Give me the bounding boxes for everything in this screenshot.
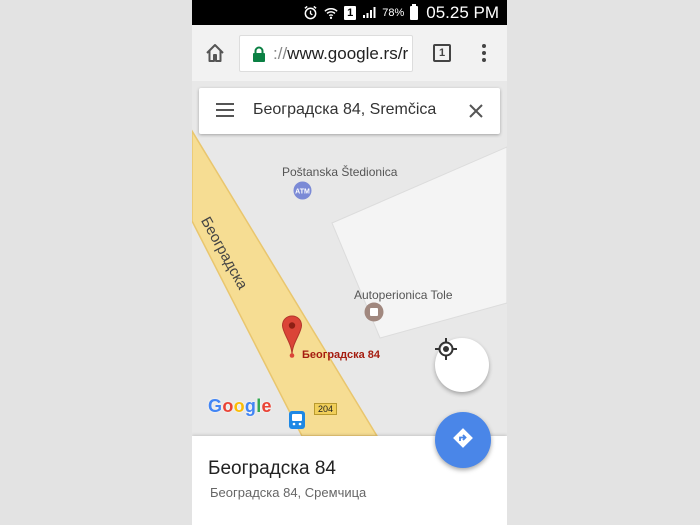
map-view[interactable]: Београдска 84, Sremčica Београдска Pošta… [192,81,507,436]
url-text: ://www.google.rs/r [273,44,408,64]
clock: 05.25 PM [426,2,499,22]
svg-text:ATM: ATM [295,189,310,196]
sim-icon: 1 [344,5,357,20]
pin-label: Београдска 84 [302,349,381,361]
poi-label-autoperionica: Autoperionica Tole [354,288,453,302]
google-logo-text: Google [208,396,272,416]
bus-stop-icon[interactable] [289,411,305,429]
status-bar: 1 78% 05.25 PM [192,0,507,25]
search-box[interactable]: Београдска 84, Sremčica [199,88,500,134]
signal-icon [362,6,376,19]
directions-icon [451,426,475,455]
battery-icon [410,3,419,20]
lock-icon [252,46,266,62]
browser-toolbar: ://www.google.rs/r 1 [192,25,507,81]
hamburger-icon[interactable] [216,103,234,117]
url-host: www.google.rs/r [287,43,409,63]
my-location-button[interactable] [435,338,489,392]
place-address: Београдска 84, Сремчица [210,485,367,500]
tabs-icon[interactable]: 1 [433,44,451,62]
poi-label-postanska: Poštanska Štedionica [282,165,398,179]
route-badge: 204 [314,403,338,415]
overflow-menu-icon[interactable] [481,43,487,63]
phone-screen: 1 78% 05.25 PM ://www.google.rs/r 1 Беог… [192,0,507,525]
place-title: Београдска 84 [208,458,336,479]
address-bar[interactable]: ://www.google.rs/r [239,35,413,72]
battery-percent: 78% [382,6,405,19]
search-query[interactable]: Београдска 84, Sremčica [253,101,436,119]
home-icon[interactable] [204,42,226,64]
directions-button[interactable] [435,412,491,468]
wifi-icon [324,6,338,20]
google-logo: Google [208,396,272,417]
url-scheme: :// [273,43,288,63]
close-icon[interactable] [468,103,484,119]
alarm-icon [303,5,318,20]
